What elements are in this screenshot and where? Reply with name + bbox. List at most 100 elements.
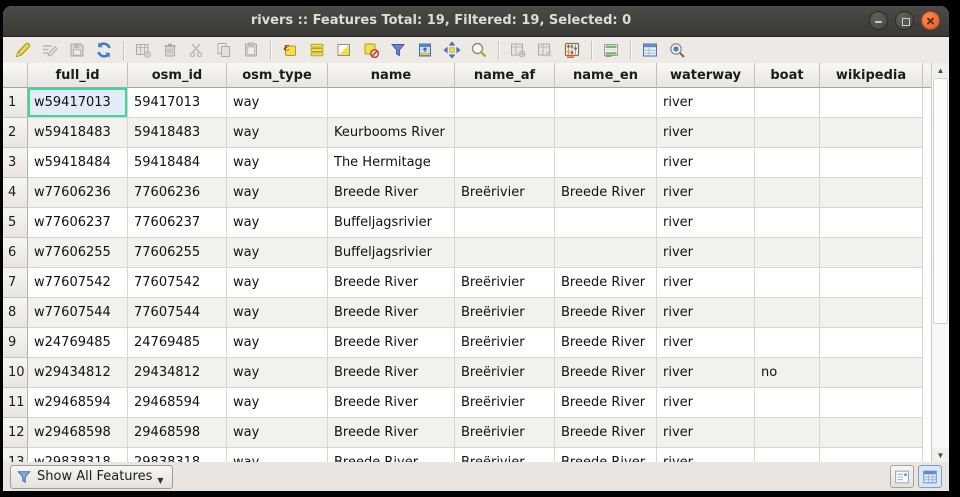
cell-name[interactable]: Breede River: [328, 328, 455, 358]
search-widget-button[interactable]: [666, 38, 690, 62]
form-view-button[interactable]: [890, 465, 914, 488]
cell-osm_id[interactable]: 59418484: [128, 148, 227, 178]
cell-full_id[interactable]: w77606237: [28, 208, 128, 238]
dock-attribute-table-button[interactable]: [639, 38, 663, 62]
invert-selection-button[interactable]: [333, 38, 357, 62]
cell-wikipedia[interactable]: [820, 388, 923, 418]
cell-waterway[interactable]: river: [657, 178, 755, 208]
cell-osm_id[interactable]: 77607544: [128, 298, 227, 328]
cell-boat[interactable]: [755, 298, 820, 328]
cell-waterway[interactable]: river: [657, 388, 755, 418]
cell-wikipedia[interactable]: [820, 208, 923, 238]
cell-name[interactable]: Keurbooms River: [328, 118, 455, 148]
cell-boat[interactable]: [755, 118, 820, 148]
scroll-up-button[interactable]: ▲: [932, 63, 949, 78]
cell-wikipedia[interactable]: [820, 268, 923, 298]
cell-waterway[interactable]: river: [657, 148, 755, 178]
cell-osm_type[interactable]: way: [227, 208, 328, 238]
cell-name[interactable]: [328, 88, 455, 118]
cell-osm_type[interactable]: way: [227, 148, 328, 178]
column-header-waterway[interactable]: waterway: [657, 63, 755, 88]
cell-osm_type[interactable]: way: [227, 448, 328, 463]
cell-name_af[interactable]: Breërivier: [455, 448, 555, 463]
cell-waterway[interactable]: river: [657, 358, 755, 388]
cell-name_af[interactable]: [455, 148, 555, 178]
cell-osm_type[interactable]: way: [227, 88, 328, 118]
row-number[interactable]: 4: [3, 178, 28, 208]
cell-waterway[interactable]: river: [657, 268, 755, 298]
toggle-editing-button[interactable]: [12, 38, 36, 62]
cell-name_en[interactable]: Breede River: [555, 178, 657, 208]
cell-boat[interactable]: [755, 388, 820, 418]
cell-name_en[interactable]: Breede River: [555, 388, 657, 418]
row-number[interactable]: 11: [3, 388, 28, 418]
cell-osm_id[interactable]: 29838318: [128, 448, 227, 463]
cell-name_en[interactable]: [555, 148, 657, 178]
cell-wikipedia[interactable]: [820, 238, 923, 268]
cell-osm_type[interactable]: way: [227, 418, 328, 448]
cell-osm_type[interactable]: way: [227, 238, 328, 268]
cell-osm_type[interactable]: way: [227, 358, 328, 388]
cell-osm_type[interactable]: way: [227, 118, 328, 148]
row-number[interactable]: 13: [3, 448, 28, 463]
cell-osm_type[interactable]: way: [227, 298, 328, 328]
row-number[interactable]: 5: [3, 208, 28, 238]
column-header-boat[interactable]: boat: [755, 63, 820, 88]
cell-waterway[interactable]: river: [657, 238, 755, 268]
cell-full_id[interactable]: w29434812: [28, 358, 128, 388]
vertical-scrollbar[interactable]: ▲ ▼: [931, 63, 949, 463]
feature-filter-button[interactable]: Show All Features ▼: [10, 465, 173, 489]
cell-name_en[interactable]: Breede River: [555, 328, 657, 358]
cell-osm_id[interactable]: 77606236: [128, 178, 227, 208]
cell-osm_id[interactable]: 29434812: [128, 358, 227, 388]
row-number[interactable]: 8: [3, 298, 28, 328]
cell-osm_id[interactable]: 24769485: [128, 328, 227, 358]
cell-boat[interactable]: no: [755, 358, 820, 388]
cell-full_id[interactable]: w77607542: [28, 268, 128, 298]
conditional-formatting-button[interactable]: [600, 38, 624, 62]
cell-name_af[interactable]: Breërivier: [455, 298, 555, 328]
cell-osm_type[interactable]: way: [227, 388, 328, 418]
cell-name_af[interactable]: Breërivier: [455, 328, 555, 358]
cell-full_id[interactable]: w29468594: [28, 388, 128, 418]
cell-name_af[interactable]: [455, 88, 555, 118]
column-header-name[interactable]: name: [328, 63, 455, 88]
cell-wikipedia[interactable]: [820, 448, 923, 463]
column-header-wikipedia[interactable]: wikipedia: [820, 63, 923, 88]
cell-waterway[interactable]: river: [657, 88, 755, 118]
cell-name[interactable]: Breede River: [328, 268, 455, 298]
cell-osm_id[interactable]: 77606237: [128, 208, 227, 238]
cell-name[interactable]: Breede River: [328, 388, 455, 418]
cell-wikipedia[interactable]: [820, 88, 923, 118]
cell-name_af[interactable]: Breërivier: [455, 388, 555, 418]
scroll-down-button[interactable]: ▼: [932, 448, 949, 463]
cell-name[interactable]: Breede River: [328, 448, 455, 463]
cell-name_en[interactable]: [555, 238, 657, 268]
cell-boat[interactable]: [755, 448, 820, 463]
cell-name[interactable]: Breede River: [328, 178, 455, 208]
cell-name_en[interactable]: Breede River: [555, 418, 657, 448]
corner-header[interactable]: [3, 63, 28, 88]
cell-wikipedia[interactable]: [820, 148, 923, 178]
cell-full_id[interactable]: w24769485: [28, 328, 128, 358]
cell-name[interactable]: The Hermitage: [328, 148, 455, 178]
cell-name_en[interactable]: [555, 208, 657, 238]
table-view-button[interactable]: [918, 465, 942, 488]
cell-name[interactable]: Breede River: [328, 298, 455, 328]
cell-name_en[interactable]: Breede River: [555, 358, 657, 388]
cell-waterway[interactable]: river: [657, 118, 755, 148]
cell-osm_id[interactable]: 59418483: [128, 118, 227, 148]
cell-wikipedia[interactable]: [820, 178, 923, 208]
cell-name[interactable]: Breede River: [328, 418, 455, 448]
cell-waterway[interactable]: river: [657, 298, 755, 328]
cell-wikipedia[interactable]: [820, 328, 923, 358]
cell-wikipedia[interactable]: [820, 418, 923, 448]
cell-name_af[interactable]: [455, 118, 555, 148]
cell-name_en[interactable]: Breede River: [555, 448, 657, 463]
select-by-form-button[interactable]: [387, 38, 411, 62]
cell-boat[interactable]: [755, 238, 820, 268]
column-header-osm_id[interactable]: osm_id: [128, 63, 227, 88]
titlebar[interactable]: rivers :: Features Total: 19, Filtered: …: [3, 6, 949, 37]
cell-name_en[interactable]: Breede River: [555, 298, 657, 328]
cell-name_af[interactable]: Breërivier: [455, 358, 555, 388]
